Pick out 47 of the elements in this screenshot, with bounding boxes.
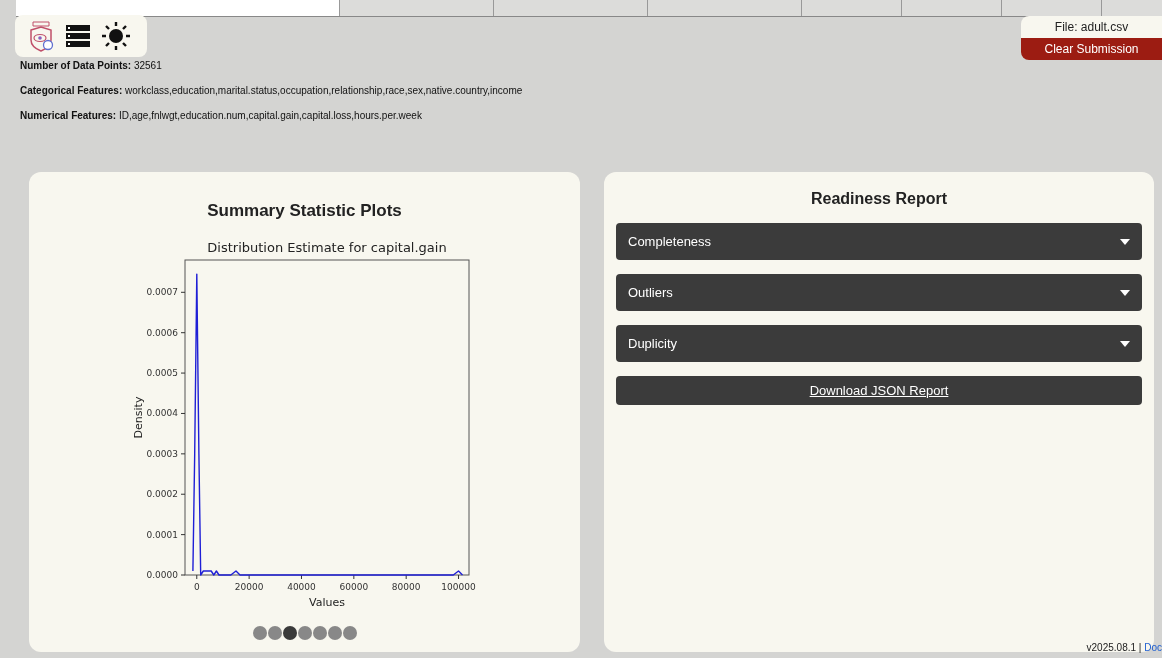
- shield-eye-logo-icon[interactable]: [28, 20, 54, 52]
- file-name-label: File: adult.csv: [1021, 16, 1162, 38]
- y-tick-label: 0.0001: [146, 529, 178, 540]
- info-line: Numerical Features: ID,age,fnlwgt,education.num,capital.gain,capital.loss,hours.per.week: [20, 109, 423, 123]
- y-tick: 0.0000: [146, 569, 185, 580]
- y-tick-label: 0.0002: [146, 488, 178, 499]
- x-tick-label: 20000: [234, 581, 264, 592]
- x-tick-label: 100000: [440, 581, 476, 592]
- x-tick-label: 40000: [286, 581, 316, 592]
- x-tick: 80000: [391, 574, 420, 592]
- download-json-report-button[interactable]: Download JSON Report: [616, 376, 1142, 405]
- x-tick: 40000: [286, 574, 316, 592]
- x-tick-label: 0: [193, 581, 200, 592]
- info-line: Categorical Features: workclass,education,marital.status,occupation,relationship,race,sex,native.country,income: [20, 84, 524, 98]
- x-tick-label: 60000: [339, 581, 368, 592]
- y-tick-label: 0.0003: [146, 448, 178, 459]
- y-tick: 0.0007: [146, 286, 185, 297]
- version-label: v2025.08.1 |: [1086, 642, 1142, 653]
- y-tick: 0.0006: [146, 327, 185, 338]
- accordion-header[interactable]: Duplicity: [616, 325, 1142, 362]
- y-tick-label: 0.0004: [146, 407, 178, 418]
- clear-submission-button[interactable]: Clear Submission: [1021, 38, 1162, 60]
- panel-title: Summary Statistic Plots: [207, 200, 402, 222]
- y-tick-label: 0.0007: [146, 286, 178, 297]
- accordion-header[interactable]: Completeness: [616, 223, 1142, 260]
- y-tick-label: 0.0005: [146, 367, 178, 378]
- y-tick: 0.0002: [146, 488, 185, 499]
- y-tick-label: 0.0000: [146, 569, 178, 580]
- sun-icon[interactable]: [102, 22, 130, 50]
- docs-link[interactable]: Doc: [1144, 642, 1162, 653]
- x-tick: 100000: [440, 574, 476, 592]
- x-tick: 60000: [339, 574, 368, 592]
- accordion-header[interactable]: Outliers: [616, 274, 1142, 311]
- chart-title: Distribution Estimate for capital.gain: [206, 239, 447, 255]
- x-tick: 20000: [234, 574, 263, 592]
- y-tick: 0.0003: [146, 448, 185, 459]
- x-tick: 0: [193, 574, 200, 592]
- x-axis-label: Values: [308, 595, 345, 609]
- server-stack-icon[interactable]: [66, 25, 90, 47]
- y-tick: 0.0001: [146, 529, 185, 540]
- y-tick-label: 0.0006: [146, 327, 178, 338]
- info-line: Number of Data Points: 32561: [20, 59, 163, 73]
- y-tick: 0.0005: [146, 367, 185, 378]
- y-axis-label: Density: [131, 396, 145, 438]
- panel-title: Readiness Report: [810, 189, 947, 209]
- x-tick-label: 80000: [391, 581, 421, 592]
- y-tick: 0.0004: [146, 407, 185, 418]
